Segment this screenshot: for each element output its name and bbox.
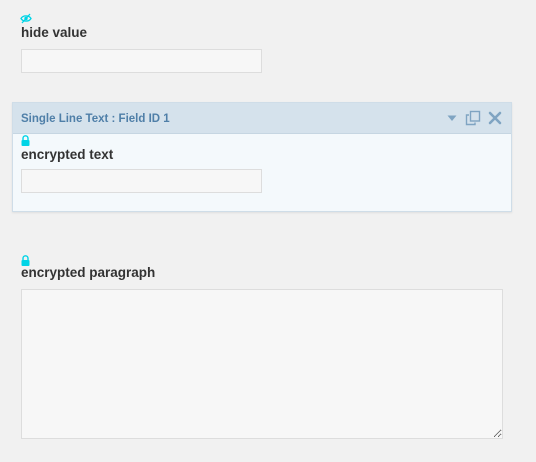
- collapse-arrow-icon[interactable]: [444, 110, 460, 126]
- lock-icon: [21, 135, 30, 146]
- active-field-panel[interactable]: Single Line Text : Field ID 1 encrypted …: [12, 102, 512, 212]
- field-panel-header: Single Line Text : Field ID 1: [13, 103, 511, 134]
- field-label-encrypted-paragraph: encrypted paragraph: [21, 265, 156, 280]
- field-panel-title: Single Line Text : Field ID 1: [21, 113, 170, 125]
- field-label-encrypted-text: encrypted text: [21, 147, 114, 162]
- field-label-hide-value: hide value: [21, 25, 88, 40]
- encrypted-text-input[interactable]: [21, 169, 262, 193]
- delete-icon[interactable]: [487, 110, 503, 126]
- eye-icon: [20, 13, 32, 24]
- field-encrypted-paragraph: encrypted paragraph: [0, 250, 536, 450]
- hide-value-input[interactable]: [21, 49, 262, 73]
- duplicate-icon[interactable]: [465, 110, 481, 126]
- encrypted-paragraph-textarea[interactable]: [21, 289, 503, 439]
- field-hide-value: hide value: [0, 0, 536, 80]
